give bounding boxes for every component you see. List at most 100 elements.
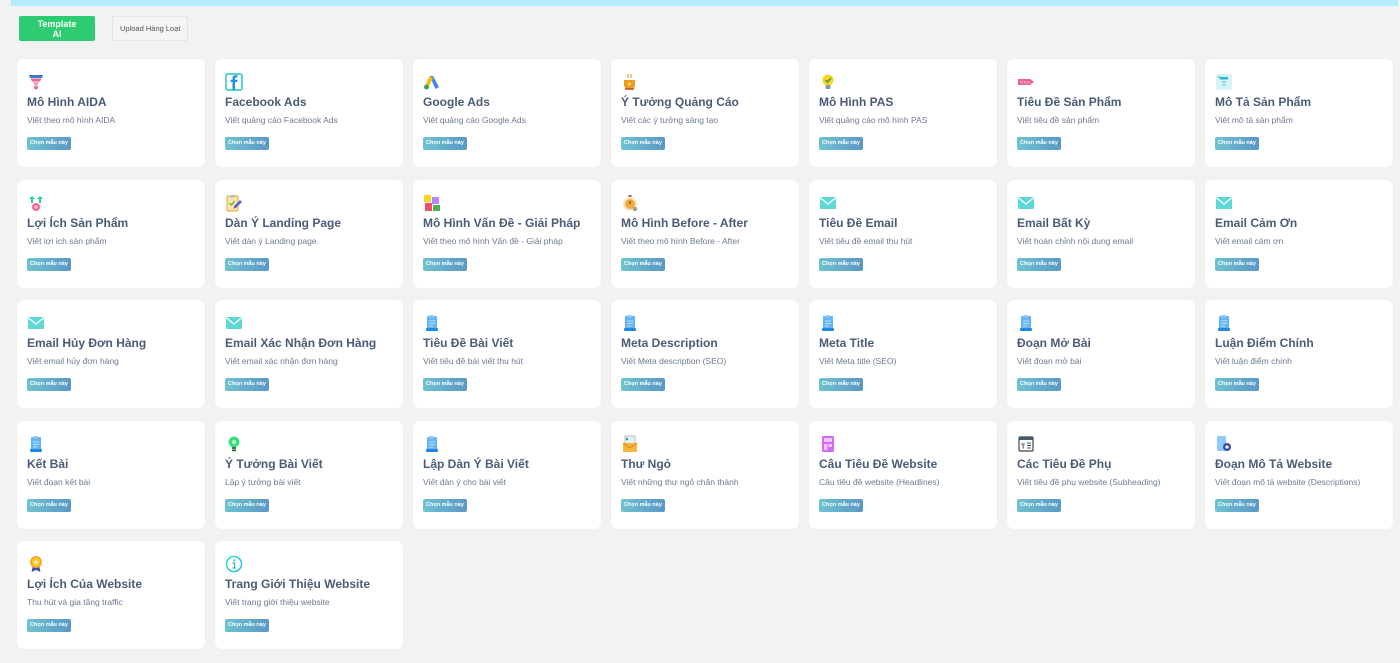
- template-card[interactable]: Email Hủy Đơn Hàng Viết email hủy đơn hà…: [17, 300, 205, 408]
- funnel-icon: [27, 73, 45, 91]
- document-icon: [423, 314, 441, 332]
- template-card[interactable]: Luận Điểm Chính Viết luận điểm chính Chọ…: [1205, 300, 1393, 408]
- choose-template-button[interactable]: Chọn mẫu này: [1215, 257, 1259, 271]
- coffee-cup-icon: [621, 73, 639, 91]
- clipboard-pen-icon: [225, 194, 243, 212]
- template-card[interactable]: Mô Tả Sản Phẩm Viết mô tả sản phẩm Chọn …: [1205, 59, 1393, 167]
- choose-template-button[interactable]: Chọn mẫu này: [27, 378, 71, 391]
- toolbar: Template AI Upload Hàng Loạt: [19, 16, 189, 41]
- choose-template-button[interactable]: Chọn mẫu này: [423, 378, 467, 391]
- template-card[interactable]: Trang Giới Thiệu Website Viết trang giới…: [215, 541, 403, 649]
- choose-template-button[interactable]: Chọn mẫu này: [1017, 498, 1061, 512]
- top-banner: [11, 0, 1398, 6]
- template-card[interactable]: Google Ads Viết quảng cáo Google Ads Chọ…: [413, 59, 601, 167]
- choose-template-button[interactable]: Chọn mẫu này: [225, 378, 269, 391]
- template-card[interactable]: Lợi Ích Của Website Thu hút và gia tăng …: [17, 541, 205, 649]
- choose-template-button[interactable]: Chọn mẫu này: [27, 257, 71, 271]
- template-card[interactable]: Email Cảm Ơn Viết email cảm ơn Chọn mẫu …: [1205, 179, 1393, 288]
- template-card[interactable]: Ý Tưởng Bài Viết Lập ý tưởng bài viết Ch…: [215, 420, 403, 529]
- template-title: Đoạn Mô Tả Website: [1215, 456, 1333, 471]
- choose-template-button[interactable]: Chọn mẫu này: [1017, 137, 1061, 150]
- template-desc: Viết tiêu đề phụ website (Subheading): [1017, 476, 1161, 487]
- choose-template-button[interactable]: Chọn mẫu này: [1017, 257, 1061, 271]
- template-desc: Viết các ý tưởng sáng tạo: [621, 115, 719, 125]
- template-desc: Viết hoàn chỉnh nội dung email: [1017, 235, 1134, 246]
- choose-template-button[interactable]: Chọn mẫu này: [225, 619, 269, 632]
- template-title: Email Bất Kỳ: [1017, 215, 1091, 230]
- template-card[interactable]: Lợi Ích Sản Phẩm Viết lợi ích sản phẩm C…: [17, 179, 205, 288]
- template-desc: Viết dàn ý cho bài viết: [423, 476, 507, 487]
- google-ads-icon: [423, 73, 441, 91]
- choose-template-button[interactable]: Chọn mẫu này: [819, 378, 863, 391]
- template-card[interactable]: Email Bất Kỳ Viết hoàn chỉnh nội dung em…: [1007, 179, 1195, 288]
- template-title: Luận Điểm Chính: [1215, 336, 1314, 350]
- template-title: Thư Ngỏ: [621, 456, 672, 471]
- template-desc: Viết quảng cáo Google Ads: [423, 115, 526, 125]
- template-card[interactable]: Dàn Ý Landing Page Viết dàn ý Landing pa…: [215, 179, 403, 288]
- template-card[interactable]: Mô Hình AIDA Viết theo mô hình AIDA Chọn…: [17, 59, 205, 167]
- choose-template-button[interactable]: Chọn mẫu này: [1215, 498, 1259, 512]
- template-title: Lợi Ích Của Website: [27, 577, 142, 591]
- template-card[interactable]: Meta Title Viết Meta title (SEO) Chọn mẫ…: [809, 300, 997, 408]
- upload-bulk-button[interactable]: Upload Hàng Loạt: [112, 16, 189, 41]
- benefit-arrows-icon: [27, 194, 45, 212]
- template-card[interactable]: Đoạn Mở Bài Viết đoạn mở bài Chọn mẫu nà…: [1007, 300, 1195, 408]
- template-card[interactable]: Email Xác Nhận Đơn Hàng Viết email xác n…: [215, 300, 403, 408]
- template-title: Các Tiêu Đề Phụ: [1017, 456, 1112, 471]
- choose-template-button[interactable]: Chọn mẫu này: [621, 137, 665, 150]
- choose-template-button[interactable]: Chọn mẫu này: [1215, 137, 1259, 150]
- template-card[interactable]: Kết Bài Viết đoạn kết bài Chọn mẫu này: [17, 420, 205, 529]
- template-desc: Viết theo mô hình Vấn đề - Giải pháp: [423, 235, 563, 246]
- template-card[interactable]: Mô Hình Vấn Đề - Giải Pháp Viết theo mô …: [413, 179, 601, 288]
- puzzle-icon: [423, 194, 441, 212]
- doc-gear-icon: [1215, 435, 1233, 453]
- template-card[interactable]: Câu Tiêu Đề Website Câu tiêu đề website …: [809, 420, 997, 529]
- template-title: Lợi Ích Sản Phẩm: [27, 215, 129, 230]
- template-card[interactable]: Lập Dàn Ý Bài Viết Viết dàn ý cho bài vi…: [413, 420, 601, 529]
- template-desc: Câu tiêu đề website (Headlines): [819, 476, 940, 487]
- template-card[interactable]: T Các Tiêu Đề Phụ Viết tiêu đề phụ websi…: [1007, 420, 1195, 529]
- choose-template-button[interactable]: Chọn mẫu này: [27, 137, 71, 150]
- template-card[interactable]: Mô Hình PAS Viết quảng cáo mô hình PAS C…: [809, 59, 997, 167]
- envelope-icon: [819, 194, 837, 212]
- choose-template-button[interactable]: Chọn mẫu này: [225, 137, 269, 150]
- choose-template-button[interactable]: Chọn mẫu này: [621, 257, 665, 271]
- template-title: Ý Tưởng Bài Viết: [225, 456, 323, 471]
- choose-template-button[interactable]: Chọn mẫu này: [225, 257, 269, 271]
- choose-template-button[interactable]: Chọn mẫu này: [423, 137, 467, 150]
- choose-template-button[interactable]: Chọn mẫu này: [621, 378, 665, 391]
- title-tag-icon: TITLE: [1017, 73, 1035, 91]
- template-title: Google Ads: [423, 95, 490, 109]
- template-card[interactable]: Mô Hình Before - After Viết theo mô hình…: [611, 179, 799, 288]
- choose-template-button[interactable]: Chọn mẫu này: [1215, 378, 1259, 391]
- template-card[interactable]: Đoạn Mô Tả Website Viết đoạn mô tả websi…: [1205, 420, 1393, 529]
- choose-template-button[interactable]: Chọn mẫu này: [27, 619, 71, 632]
- template-desc: Viết Meta title (SEO): [819, 356, 897, 366]
- template-title: Email Cảm Ơn: [1215, 215, 1298, 230]
- template-card[interactable]: Tiêu Đề Email Viết tiêu đề email thu hút…: [809, 179, 997, 288]
- document-icon: [1017, 314, 1035, 332]
- template-card[interactable]: Thư Ngỏ Viết những thư ngỏ chân thành Ch…: [611, 420, 799, 529]
- template-desc: Viết email xác nhận đơn hàng: [225, 356, 338, 366]
- choose-template-button[interactable]: Chọn mẫu này: [819, 257, 863, 271]
- template-card[interactable]: Tiêu Đề Bài Viết Viết tiêu đề bài viết t…: [413, 300, 601, 408]
- document-icon: [423, 435, 441, 453]
- choose-template-button[interactable]: Chọn mẫu này: [225, 498, 269, 512]
- template-card[interactable]: Meta Description Viết Meta description (…: [611, 300, 799, 408]
- choose-template-button[interactable]: Chọn mẫu này: [423, 498, 467, 512]
- template-card[interactable]: Facebook Ads Viết quảng cáo Facebook Ads…: [215, 59, 403, 167]
- choose-template-button[interactable]: Chọn mẫu này: [1017, 378, 1061, 391]
- template-card[interactable]: Ý Tưởng Quảng Cáo Viết các ý tưởng sáng …: [611, 59, 799, 167]
- envelope-icon: [1017, 194, 1035, 212]
- template-ai-button[interactable]: Template AI: [19, 16, 95, 41]
- template-desc: Viết email hủy đơn hàng: [27, 356, 119, 366]
- choose-template-button[interactable]: Chọn mẫu này: [819, 498, 863, 512]
- choose-template-button[interactable]: Chọn mẫu này: [27, 498, 71, 512]
- template-desc: Viết quảng cáo Facebook Ads: [225, 115, 338, 125]
- choose-template-button[interactable]: Chọn mẫu này: [423, 257, 467, 271]
- choose-template-button[interactable]: Chọn mẫu này: [621, 498, 665, 512]
- template-title: Tiêu Đề Sản Phẩm: [1017, 95, 1122, 109]
- template-desc: Viết những thư ngỏ chân thành: [621, 476, 739, 487]
- choose-template-button[interactable]: Chọn mẫu này: [819, 137, 863, 150]
- template-card[interactable]: TITLE Tiêu Đề Sản Phẩm Viết tiêu đề sản …: [1007, 59, 1195, 167]
